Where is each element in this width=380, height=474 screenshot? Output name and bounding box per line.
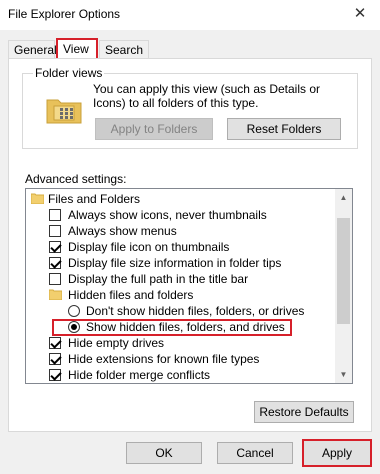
checkbox[interactable] [49, 337, 61, 349]
option-label: Display file size information in folder … [68, 256, 282, 270]
folder-views-description: You can apply this view (such as Details… [93, 82, 321, 110]
scrollbar[interactable]: ▲ ▼ [335, 189, 352, 383]
checkbox[interactable] [49, 353, 61, 365]
dialog-footer: OK Cancel Apply [0, 432, 380, 474]
tree-item-label: Hidden files and folders [68, 288, 194, 302]
apply-button[interactable]: Apply [302, 439, 372, 467]
advanced-settings-label: Advanced settings: [25, 172, 127, 186]
checkbox[interactable] [49, 257, 61, 269]
cancel-button[interactable]: Cancel [217, 442, 293, 464]
checkbox[interactable] [49, 209, 61, 221]
tab-label: View [63, 42, 89, 56]
tab-label: Search [105, 43, 144, 57]
apply-to-folders-button[interactable]: Apply to Folders [95, 118, 213, 140]
tree-item-label: Files and Folders [48, 192, 141, 206]
radio-button[interactable] [68, 305, 80, 317]
ok-button[interactable]: OK [126, 442, 202, 464]
option-label: Display file icon on thumbnails [68, 240, 230, 254]
checkbox[interactable] [49, 225, 61, 237]
tab-general[interactable]: General [8, 40, 57, 59]
checkbox[interactable] [49, 241, 61, 253]
tab-search[interactable]: Search [99, 40, 149, 59]
close-icon[interactable]: ✕ [350, 4, 370, 24]
option-label: Always show icons, never thumbnails [68, 208, 267, 222]
title-bar: File Explorer Options ✕ [0, 0, 380, 30]
option-label: Hide extensions for known file types [68, 352, 260, 366]
scroll-thumb[interactable] [337, 218, 350, 324]
option-label: Always show menus [68, 224, 177, 238]
scroll-up-icon[interactable]: ▲ [335, 189, 352, 206]
checkbox[interactable] [49, 369, 61, 381]
option-label: Hide empty drives [68, 336, 165, 350]
window-title: File Explorer Options [8, 7, 121, 21]
selection-highlight [52, 319, 292, 336]
advanced-settings-tree[interactable]: Files and Folders Always show icons, nev… [25, 188, 353, 384]
reset-folders-button[interactable]: Reset Folders [227, 118, 341, 140]
option-label: Display the full path in the title bar [68, 272, 249, 286]
tab-view[interactable]: View [56, 38, 98, 60]
tab-label: General [14, 43, 57, 57]
folder-views-icon [46, 99, 82, 124]
folder-views-label: Folder views [33, 66, 105, 80]
folder-views-group: Folder views You can apply this view (su… [22, 66, 358, 149]
option-label: Hide folder merge conflicts [68, 368, 211, 382]
folder-icon [49, 289, 62, 300]
checkbox[interactable] [49, 273, 61, 285]
scroll-down-icon[interactable]: ▼ [335, 366, 352, 383]
folder-icon [31, 193, 44, 204]
option-label: Don't show hidden files, folders, or dri… [86, 304, 305, 318]
restore-defaults-button[interactable]: Restore Defaults [254, 401, 354, 423]
